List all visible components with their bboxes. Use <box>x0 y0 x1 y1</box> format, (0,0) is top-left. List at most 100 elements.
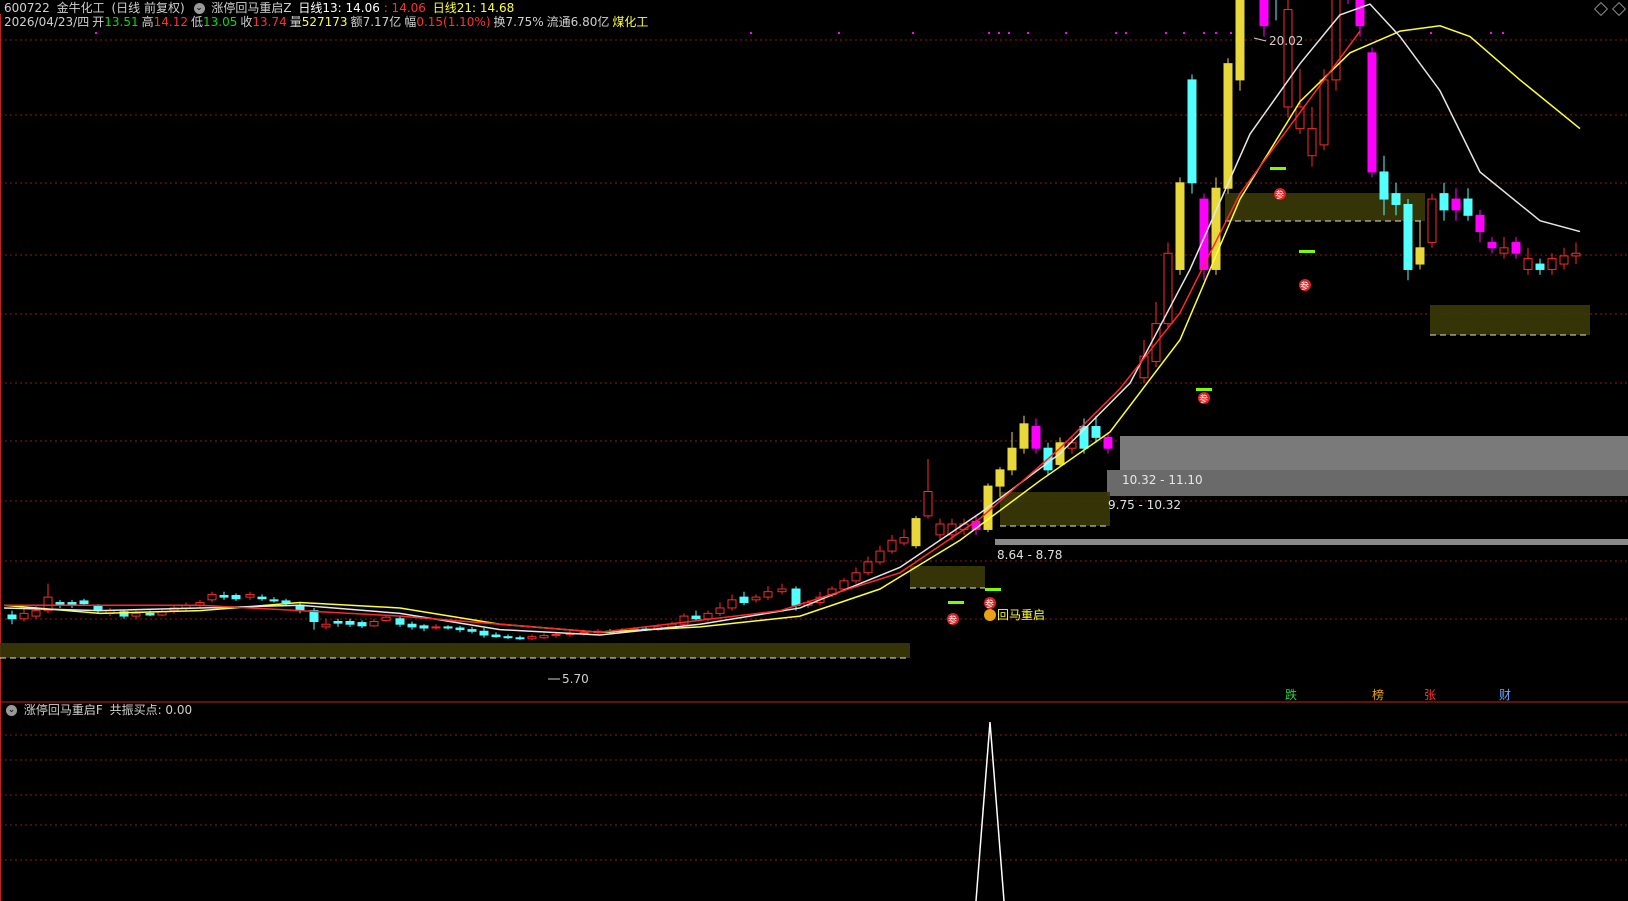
candle-body <box>19 612 29 620</box>
candle-body <box>887 539 897 552</box>
signal-dot <box>1430 32 1432 34</box>
zone-band-1 <box>995 539 1628 545</box>
signal-dot <box>838 32 840 34</box>
candle-body <box>257 596 267 600</box>
candle-body <box>1367 52 1377 173</box>
signal-dot <box>1027 32 1029 34</box>
green-marker <box>1299 250 1315 253</box>
candle-body <box>851 572 861 582</box>
zone3-label: 10.32 - 11.10 <box>1122 473 1203 487</box>
signal-dot <box>1230 32 1232 34</box>
header-line-2: 2026/04/23/四 开13.51 高14.12 低13.05 收13.74 量527… <box>4 14 651 30</box>
signal-dot <box>1203 32 1205 34</box>
vol-label: 量 <box>289 15 302 29</box>
green-marker <box>948 601 964 604</box>
candle-body <box>791 588 801 606</box>
signal-icon <box>984 609 996 621</box>
candle-body <box>1439 193 1449 211</box>
tag-cai[interactable]: 财 <box>1499 686 1511 703</box>
green-marker <box>1270 167 1286 170</box>
candle-body <box>1415 247 1425 265</box>
tag-die[interactable]: 跌 <box>1285 686 1297 703</box>
candle-body <box>357 622 367 627</box>
candle-body <box>777 588 787 593</box>
candle-body <box>431 626 441 629</box>
chart-root[interactable]: 20.02 5.70 8.64 - 8.78 9.75 - 10.32 10.32 - … <box>0 0 1628 901</box>
candle-body <box>1223 63 1233 189</box>
candle-body <box>1031 426 1041 449</box>
candle-body <box>207 593 217 601</box>
high-label: 高 <box>141 15 154 29</box>
ma21-label: 日线21: 14.68 <box>432 1 515 15</box>
indicator-menu-icon[interactable]: ⌄ <box>193 3 205 14</box>
candle-body <box>443 626 453 629</box>
signal-dot <box>1490 32 1492 34</box>
candle-body <box>1499 247 1509 254</box>
candle-body <box>333 621 343 624</box>
stock-name[interactable]: 金牛化工 <box>57 1 105 15</box>
resonance-spike <box>975 721 1005 901</box>
candle-body <box>1175 182 1185 270</box>
candle-body <box>231 595 241 600</box>
candle-body <box>763 591 773 598</box>
signal-dot <box>988 32 990 34</box>
signal-dot <box>1183 32 1185 34</box>
candle-body <box>1427 198 1437 243</box>
candle-body <box>407 623 417 628</box>
candle-body <box>145 612 155 616</box>
signal-dot <box>750 32 752 34</box>
candle-body <box>281 600 291 604</box>
candle-body <box>579 631 589 634</box>
candle-body <box>1523 258 1533 270</box>
candle-body <box>467 629 477 632</box>
candle-body <box>1571 252 1581 257</box>
low-label: 低 <box>190 15 203 29</box>
float-value: 6.80亿 <box>570 15 610 29</box>
candle-body <box>491 634 501 638</box>
candle-body <box>131 612 141 617</box>
candle-body <box>321 623 331 628</box>
candle-body <box>503 636 513 639</box>
signal-dot <box>1115 32 1117 34</box>
candle-body <box>1307 128 1317 157</box>
consolidation-box <box>1000 492 1110 526</box>
resonance-value: 共振买点: 0.00 <box>109 703 193 717</box>
signal-dot <box>1008 32 1010 34</box>
candle-body <box>1007 447 1017 471</box>
subpanel-indicator-name[interactable]: 涨停回马重启F <box>24 703 103 717</box>
candle-body <box>691 615 701 620</box>
quote-date: 2026/04/23/四 <box>4 15 90 29</box>
tag-zhang[interactable]: 张 <box>1424 686 1436 703</box>
ci-badge-text: 参 <box>1199 393 1208 405</box>
candle-body <box>1295 106 1305 130</box>
subpanel-menu-icon[interactable]: ⌄ <box>6 705 17 716</box>
zone2-label: 9.75 - 10.32 <box>1108 498 1181 512</box>
period-label[interactable]: (日线 前复权) <box>111 1 184 15</box>
tag-bang[interactable]: 榜 <box>1372 686 1384 703</box>
candle-body <box>79 600 89 605</box>
candle-body <box>419 625 429 629</box>
signal-dot <box>1125 32 1127 34</box>
sector-label[interactable]: 煤化工 <box>612 15 648 29</box>
change-label: 幅 <box>404 15 417 29</box>
indicator-name[interactable]: 涨停回马重启Z <box>211 1 291 15</box>
turnover-label: 换 <box>493 15 506 29</box>
candle-body <box>515 637 525 640</box>
amount-value: 7.17亿 <box>362 15 402 29</box>
candle-body <box>1103 436 1113 449</box>
open-label: 开 <box>92 15 105 29</box>
candle-body <box>1403 203 1413 270</box>
signal-dot <box>1065 32 1067 34</box>
low-value: 13.05 <box>202 15 238 29</box>
consolidation-box <box>1430 305 1590 335</box>
candle-body <box>1019 423 1029 449</box>
candle-body <box>551 633 561 637</box>
subpanel-header: ⌄ 涨停回马重启F 共振买点: 0.00 <box>4 702 195 718</box>
amount-label: 额 <box>350 15 363 29</box>
kline-chart[interactable]: 20.02 5.70 8.64 - 8.78 9.75 - 10.32 10.32 - … <box>0 0 1628 901</box>
candle-body <box>751 596 761 601</box>
peak-label: 20.02 <box>1269 34 1303 48</box>
candle-body <box>1391 193 1401 205</box>
candle-body <box>1487 241 1497 249</box>
candle-body <box>1511 241 1521 254</box>
